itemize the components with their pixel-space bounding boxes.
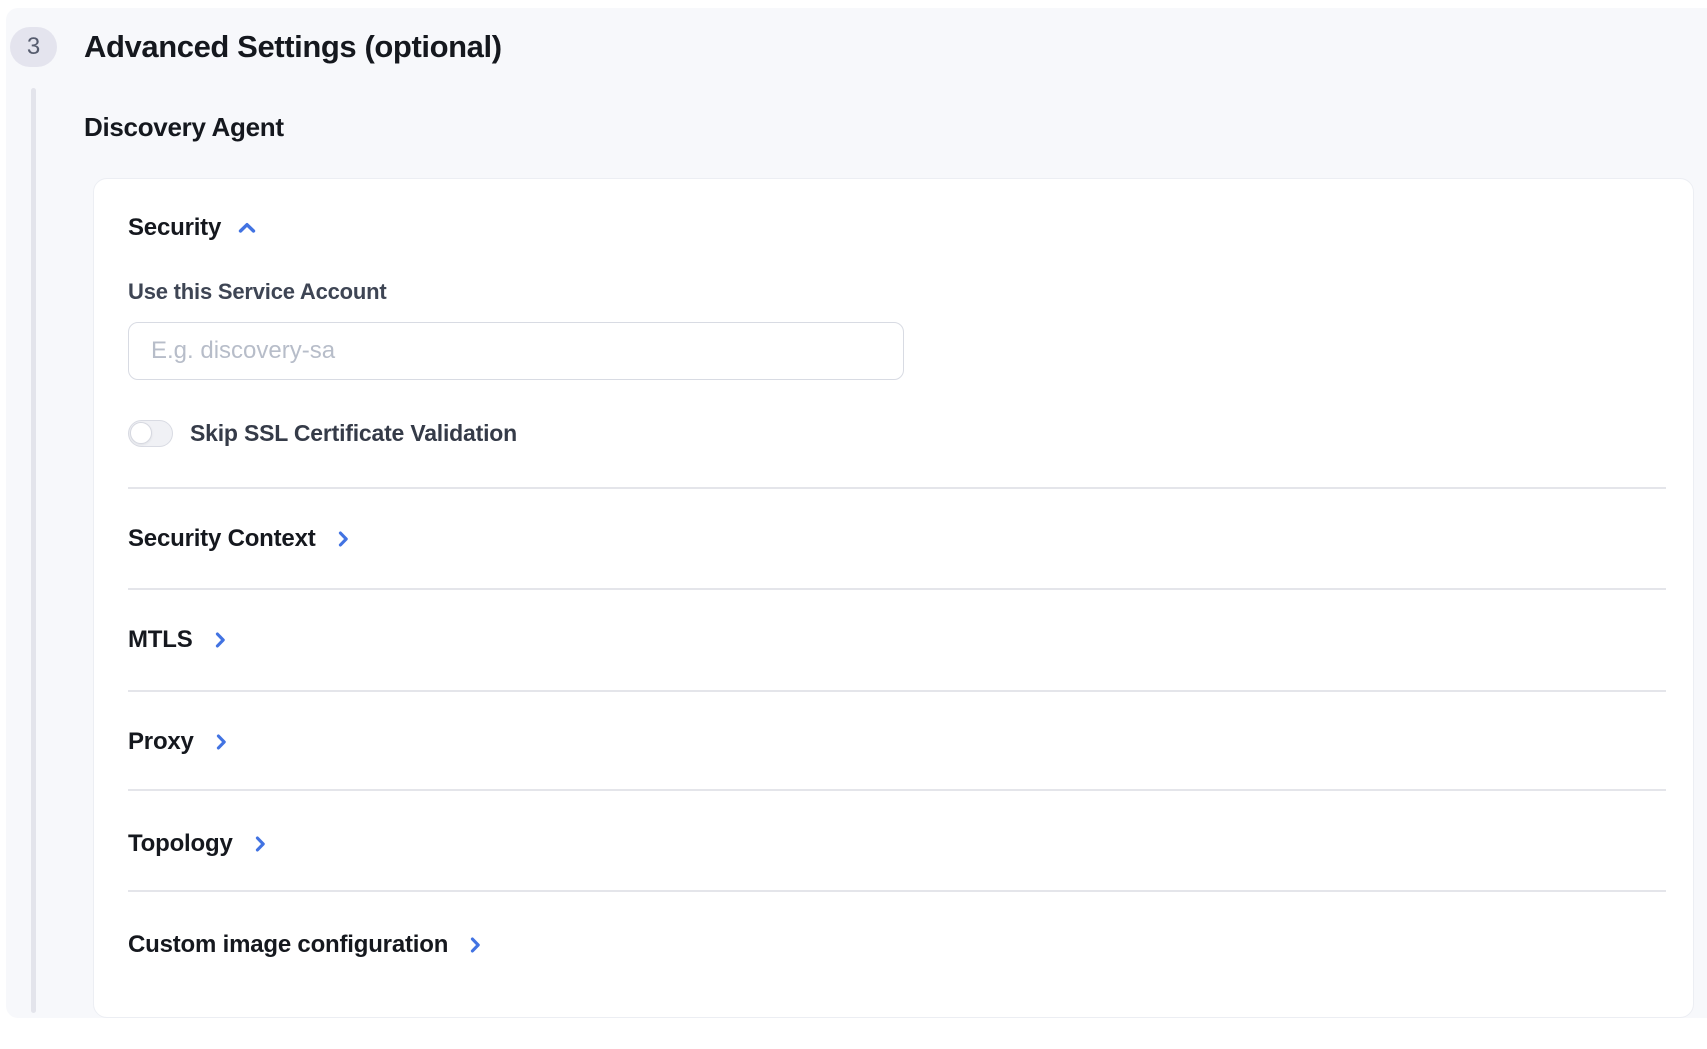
chevron-right-icon xyxy=(209,629,231,651)
section-row-topology[interactable]: Topology xyxy=(128,828,271,860)
step-number: 3 xyxy=(27,33,40,61)
toggle-knob xyxy=(130,422,152,444)
divider xyxy=(128,487,1666,489)
security-section-label: Security xyxy=(128,212,221,244)
divider xyxy=(128,890,1666,892)
stepper-connector-line xyxy=(31,88,36,1013)
section-row-security-context[interactable]: Security Context xyxy=(128,523,354,555)
ssl-validation-label: Skip SSL Certificate Validation xyxy=(190,420,517,447)
chevron-right-icon xyxy=(332,528,354,550)
step-number-badge: 3 xyxy=(10,27,57,67)
chevron-up-icon xyxy=(235,216,259,240)
divider xyxy=(128,789,1666,791)
divider xyxy=(128,588,1666,590)
service-account-input[interactable] xyxy=(128,322,904,380)
divider xyxy=(128,690,1666,692)
topology-label: Topology xyxy=(128,828,233,860)
chevron-right-icon xyxy=(210,731,232,753)
discovery-agent-label: Discovery Agent xyxy=(84,111,284,143)
mtls-label: MTLS xyxy=(128,624,193,656)
section-row-proxy[interactable]: Proxy xyxy=(128,726,232,758)
discovery-agent-card: Security Use this Service Account Skip S… xyxy=(93,178,1694,1018)
ssl-validation-toggle-row: Skip SSL Certificate Validation xyxy=(128,419,517,447)
chevron-right-icon xyxy=(249,833,271,855)
advanced-settings-heading: Advanced Settings (optional) xyxy=(84,27,502,67)
security-section-toggle[interactable]: Security xyxy=(128,212,259,244)
chevron-right-icon xyxy=(464,934,486,956)
security-context-label: Security Context xyxy=(128,523,316,555)
proxy-label: Proxy xyxy=(128,726,194,758)
service-account-label: Use this Service Account xyxy=(128,279,386,305)
custom-image-configuration-label: Custom image configuration xyxy=(128,929,448,961)
section-row-custom-image-configuration[interactable]: Custom image configuration xyxy=(128,929,486,961)
section-row-mtls[interactable]: MTLS xyxy=(128,624,231,656)
ssl-validation-toggle[interactable] xyxy=(128,420,173,447)
